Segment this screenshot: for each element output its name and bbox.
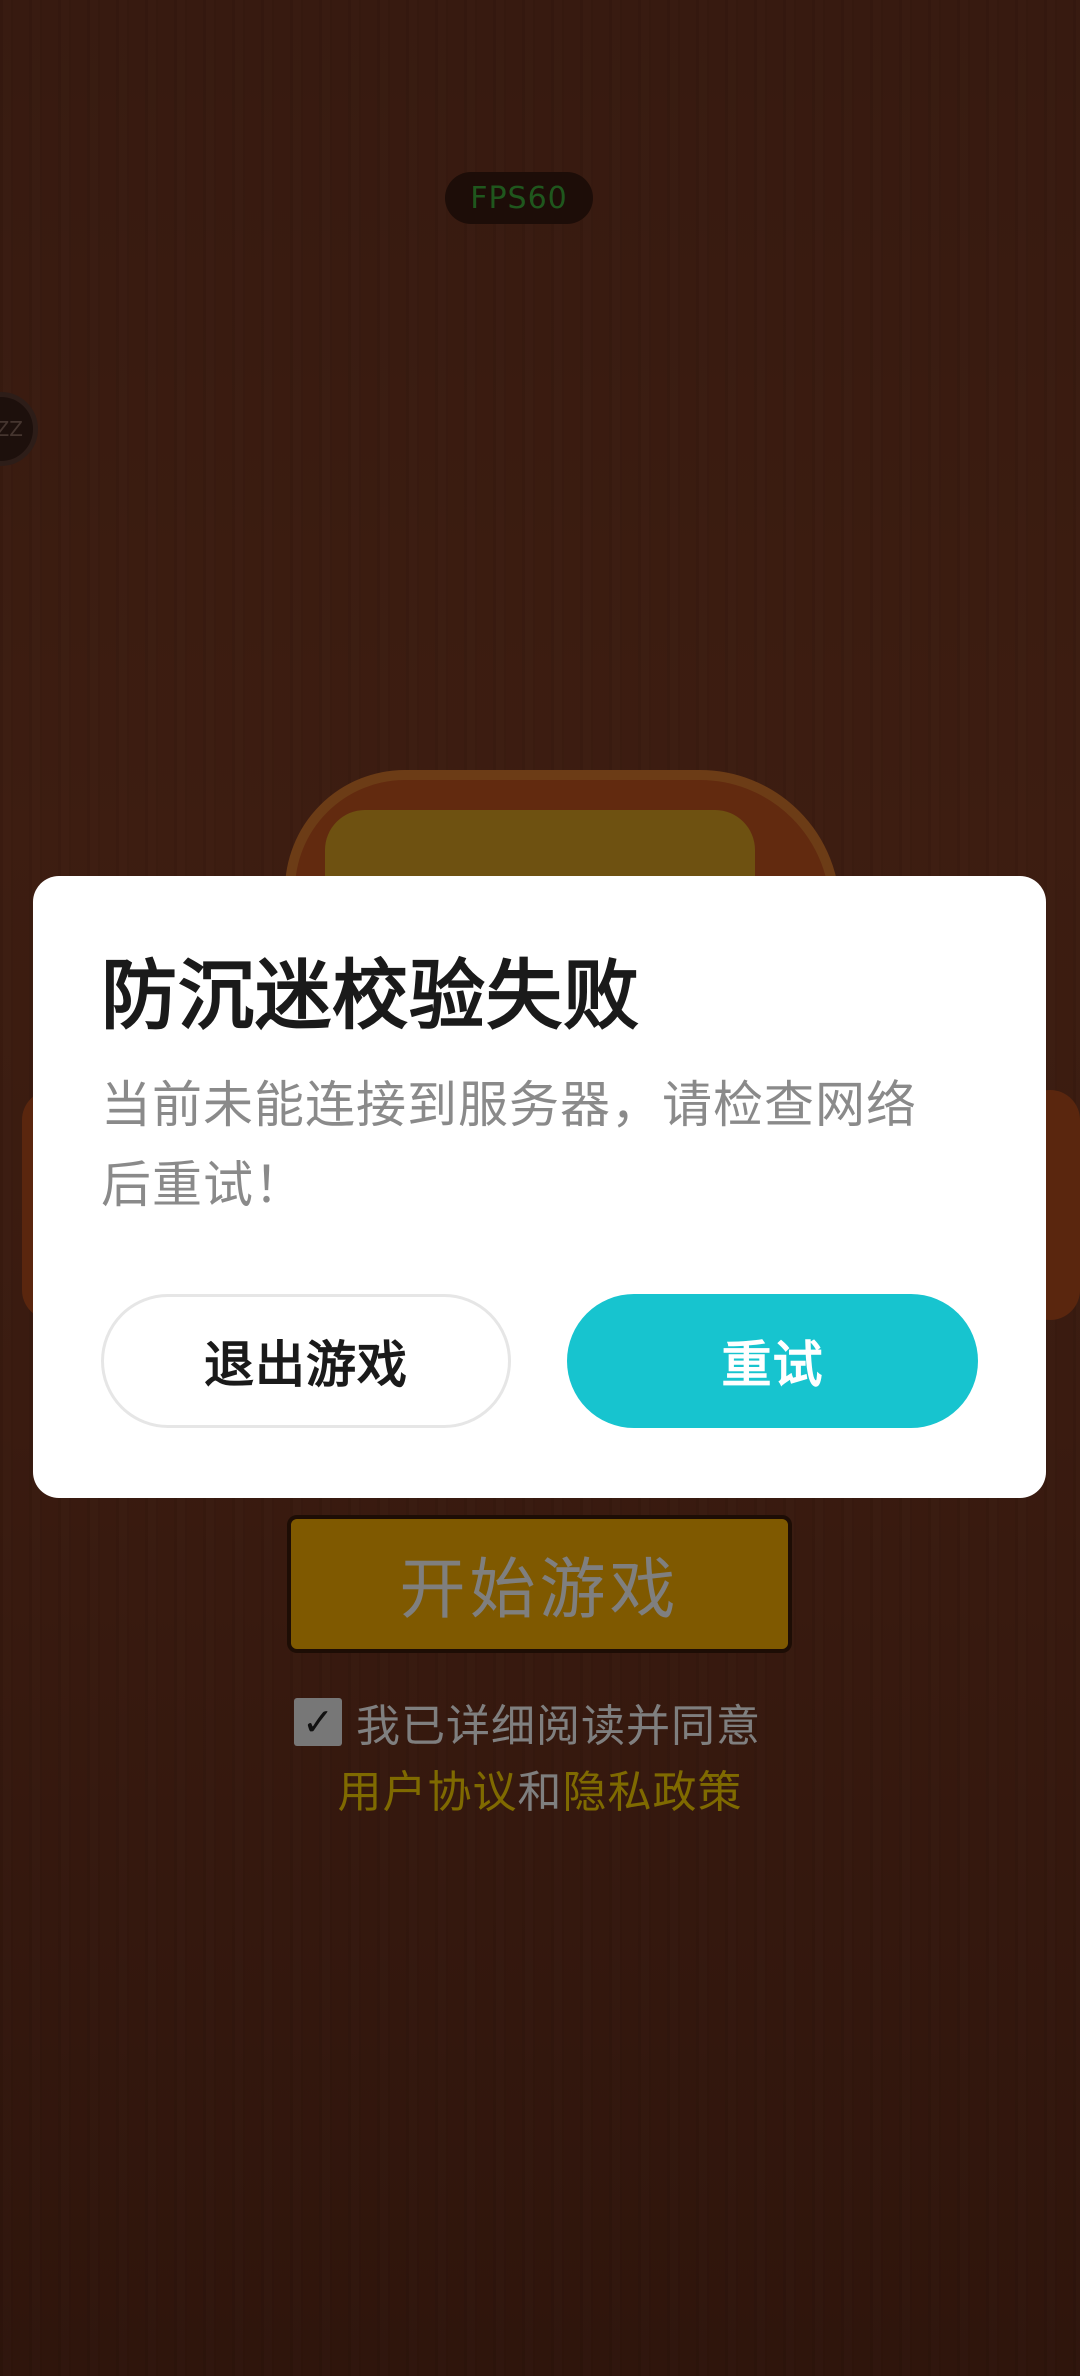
dialog-actions: 退出游戏 重试: [101, 1294, 978, 1428]
anti-addiction-dialog: 防沉迷校验失败 当前未能连接到服务器，请检查网络 后重试！ 退出游戏 重试: [33, 876, 1046, 1498]
dialog-message-line1: 当前未能连接到服务器，请检查网络: [101, 1076, 917, 1135]
retry-button[interactable]: 重试: [567, 1294, 978, 1428]
dialog-title: 防沉迷校验失败: [101, 951, 640, 1040]
dialog-message: 当前未能连接到服务器，请检查网络 后重试！: [101, 1065, 978, 1225]
exit-game-button[interactable]: 退出游戏: [101, 1294, 511, 1428]
dialog-message-line2: 后重试！: [101, 1156, 305, 1215]
